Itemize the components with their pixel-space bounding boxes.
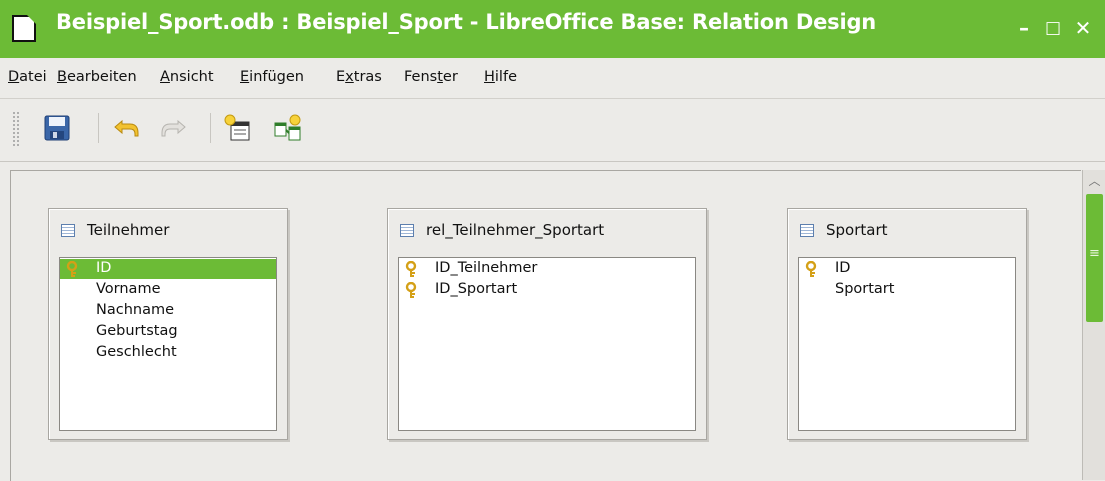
table-window-header[interactable]: rel_Teilnehmer_Sportart [388,209,706,253]
toolbar-grip-icon[interactable] [12,111,20,147]
minimize-button[interactable]: – [1011,14,1037,42]
field-item[interactable]: Sportart [799,280,1015,300]
add-tables-icon[interactable] [223,113,253,143]
primary-key-icon [405,282,417,298]
table-name: Sportart [826,221,888,239]
field-item[interactable]: ID [60,259,276,279]
close-button[interactable]: ✕ [1070,14,1096,42]
window-title: Beispiel_Sport.odb : Beispiel_Sport - Li… [56,10,877,34]
scrollbar-thumb[interactable]: ≡ [1086,194,1103,322]
table-name: Teilnehmer [87,221,170,239]
field-item[interactable]: ID [799,259,1015,279]
field-list[interactable]: ID Vorname Nachname Geburtstag Geschlech… [59,257,277,431]
menu-bearbeiten[interactable]: Bearbeiten [57,69,137,85]
libreoffice-base-icon [12,15,36,42]
relation-design-canvas[interactable]: Teilnehmer ID Vorname Nachname Geburtsta… [10,170,1081,481]
primary-key-icon [405,261,417,277]
field-item[interactable]: Nachname [60,301,276,321]
table-window-rel-teilnehmer-sportart[interactable]: rel_Teilnehmer_Sportart ID_Teilnehmer ID… [387,208,707,440]
table-window-header[interactable]: Sportart [788,209,1026,253]
table-icon [61,224,75,237]
primary-key-icon [805,261,817,277]
toolbar-separator [98,113,99,143]
menu-bar: Datei Bearbeiten Ansicht Einfügen Extras… [0,58,1105,99]
table-icon [800,224,814,237]
table-name: rel_Teilnehmer_Sportart [426,221,605,239]
scroll-up-icon[interactable]: ︿ [1083,170,1105,192]
menu-fenster[interactable]: Fenster [404,69,458,85]
table-window-header[interactable]: Teilnehmer [49,209,287,253]
menu-hilfe[interactable]: Hilfe [484,69,517,85]
maximize-button[interactable]: □ [1040,14,1066,42]
toolbar [0,99,1105,162]
menu-ansicht[interactable]: Ansicht [160,69,214,85]
undo-icon[interactable] [110,113,140,143]
menu-einfuegen[interactable]: Einfügen [240,69,304,85]
field-list[interactable]: ID_Teilnehmer ID_Sportart [398,257,696,431]
vertical-scrollbar[interactable]: ︿ ≡ [1082,170,1105,480]
table-window-teilnehmer[interactable]: Teilnehmer ID Vorname Nachname Geburtsta… [48,208,288,440]
save-icon[interactable] [42,113,72,143]
field-list[interactable]: ID Sportart [798,257,1016,431]
toolbar-separator [210,113,211,143]
table-icon [400,224,414,237]
title-bar: Beispiel_Sport.odb : Beispiel_Sport - Li… [0,0,1105,58]
table-window-sportart[interactable]: Sportart ID Sportart [787,208,1027,440]
field-item[interactable]: ID_Teilnehmer [399,259,695,279]
menu-datei[interactable]: Datei [8,69,47,85]
field-item[interactable]: Vorname [60,280,276,300]
primary-key-icon [66,261,78,277]
field-item[interactable]: ID_Sportart [399,280,695,300]
field-item[interactable]: Geburtstag [60,322,276,342]
menu-extras[interactable]: Extras [336,69,382,85]
new-relation-icon[interactable] [273,113,303,143]
redo-icon[interactable] [160,113,190,143]
field-item[interactable]: Geschlecht [60,343,276,363]
